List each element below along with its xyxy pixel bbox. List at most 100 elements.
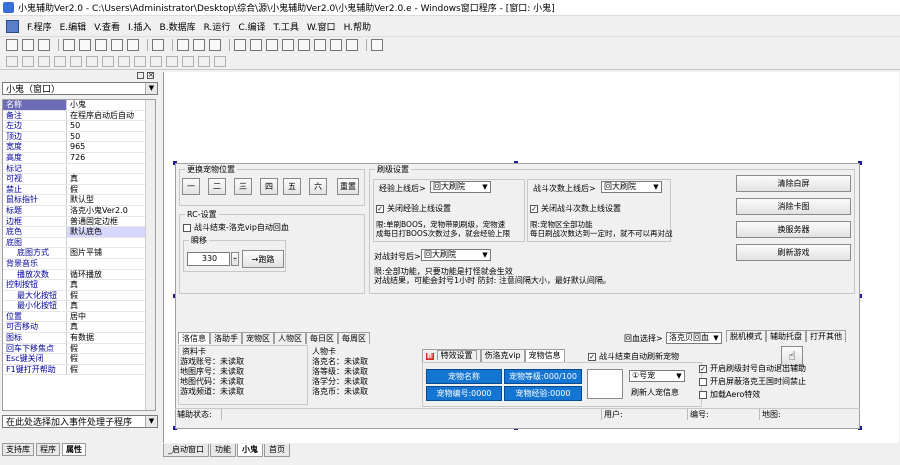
tab-weekly-area[interactable]: 每周区: [338, 332, 370, 344]
property-row[interactable]: 宽度 965: [3, 142, 155, 153]
tab-daily-area[interactable]: 每日区: [306, 332, 338, 344]
align-left-icon[interactable]: [6, 56, 18, 67]
menu-tools[interactable]: T.工具: [270, 20, 303, 33]
pin-icon[interactable]: [137, 72, 144, 79]
property-row[interactable]: 播放次数 循环播放: [3, 269, 155, 281]
menu-program[interactable]: F.程序: [23, 20, 56, 33]
pet-pos-4-button[interactable]: 四: [260, 178, 278, 195]
step-icon[interactable]: [266, 39, 278, 51]
pet-pos-2-button[interactable]: 二: [208, 178, 226, 195]
aero-effect-checkbox[interactable]: 加载Aero特效: [699, 389, 760, 400]
tab-function[interactable]: 功能: [210, 444, 236, 457]
property-value[interactable]: 假: [67, 365, 155, 375]
binoculars-icon[interactable]: [371, 39, 383, 51]
property-row[interactable]: 背景音乐: [3, 258, 155, 270]
property-value[interactable]: [67, 259, 155, 269]
property-row[interactable]: Esc键关闭假: [3, 354, 155, 365]
tab-effects[interactable]: 新 特效设置: [422, 349, 481, 362]
property-row[interactable]: 最大化按钮假: [3, 290, 155, 302]
menu-run[interactable]: R.运行: [200, 20, 235, 33]
tab-luo-helper[interactable]: 洛助手: [210, 332, 242, 344]
tab-person-area[interactable]: 人物区: [274, 332, 306, 344]
align-center-icon[interactable]: [22, 56, 34, 67]
menu-database[interactable]: B.数据库: [156, 20, 200, 33]
chevron-down-icon[interactable]: ▼: [480, 250, 490, 260]
property-value[interactable]: 洛克小鬼Ver2.0: [67, 206, 155, 216]
property-row[interactable]: 标题 洛克小鬼Ver2.0: [3, 205, 155, 217]
property-value[interactable]: 726: [67, 153, 155, 163]
property-scrollbar[interactable]: [145, 100, 155, 410]
property-value[interactable]: [67, 238, 155, 248]
property-row[interactable]: 可视真: [3, 174, 155, 185]
chevron-down-icon[interactable]: ▼: [145, 416, 157, 427]
open-icon[interactable]: [22, 39, 34, 51]
chevron-down-icon[interactable]: ▼: [480, 182, 490, 192]
grid-icon[interactable]: [193, 39, 205, 51]
property-row[interactable]: 位置 居中: [3, 311, 155, 323]
change-server-button[interactable]: 换服务器: [736, 221, 851, 238]
cut-icon[interactable]: [63, 39, 75, 51]
checkbox-box[interactable]: ✓: [699, 364, 707, 373]
save-icon[interactable]: [38, 39, 50, 51]
same-height-icon[interactable]: [118, 56, 130, 67]
seal-select[interactable]: 回大刷院 ▼: [421, 249, 491, 261]
space-h-icon[interactable]: [150, 56, 162, 67]
undo-icon[interactable]: [111, 39, 123, 51]
tab-luo-info[interactable]: 洛信息: [178, 332, 210, 344]
property-value[interactable]: 在程序启动后自动: [67, 111, 155, 121]
panel-icon[interactable]: [209, 39, 221, 51]
pet-slot-select[interactable]: ①号宠 ▼: [629, 370, 685, 382]
clear-white-screen-button[interactable]: 清除白屏: [736, 175, 851, 192]
block-time-limit-checkbox[interactable]: 开启屏蔽洛克王国时间禁止: [699, 376, 806, 387]
property-value[interactable]: 默认型: [67, 195, 155, 205]
order-icon[interactable]: [214, 56, 226, 67]
property-row[interactable]: 回车下移焦点假: [3, 343, 155, 355]
checkbox-box[interactable]: [699, 390, 707, 399]
close-battle-limit-checkbox[interactable]: ✓ 关闭战斗次数上线设置: [530, 203, 621, 214]
property-row[interactable]: 最小化按钮真: [3, 301, 155, 312]
tab-support-lib[interactable]: 支持库: [2, 443, 34, 456]
copy-icon[interactable]: [79, 39, 91, 51]
same-size-icon[interactable]: [134, 56, 146, 67]
step-over-icon[interactable]: [282, 39, 294, 51]
clear-stuck-map-button[interactable]: 消除卡图: [736, 198, 851, 215]
tab-start-window[interactable]: _启动窗口: [163, 444, 209, 457]
checkbox-box[interactable]: ✓: [530, 204, 538, 213]
tab-xiaogui[interactable]: 小鬼: [237, 444, 263, 457]
chevron-down-icon[interactable]: ▼: [711, 333, 721, 343]
pet-pos-3-button[interactable]: 三: [234, 178, 252, 195]
checkbox-box[interactable]: ✓: [376, 204, 384, 213]
property-row[interactable]: 高度 726: [3, 152, 155, 164]
auto-exit-checkbox[interactable]: ✓ 开启刷级封号自动退出辅助: [699, 363, 806, 374]
property-row[interactable]: 底图方式 图片平铺: [3, 248, 155, 259]
pet-pos-5-button[interactable]: 五: [283, 178, 301, 195]
refresh-game-button[interactable]: 刷新游戏: [736, 244, 851, 261]
property-value[interactable]: 真: [67, 174, 155, 184]
tab-pet-area[interactable]: 宠物区: [242, 332, 274, 344]
property-row[interactable]: 名称 小鬼: [3, 100, 155, 111]
chevron-down-icon[interactable]: ▼: [145, 83, 157, 94]
reset-button[interactable]: 重置: [337, 178, 359, 195]
auto-refresh-pet-checkbox[interactable]: ✓ 战斗结束自动刷新宠物: [588, 351, 679, 362]
redo-icon[interactable]: [127, 39, 139, 51]
property-value[interactable]: [67, 164, 155, 174]
property-row[interactable]: 可否移动真: [3, 322, 155, 334]
layout-icon[interactable]: [177, 39, 189, 51]
tab-pet-info[interactable]: 宠物信息: [524, 349, 565, 362]
checkbox-box[interactable]: ✓: [588, 352, 596, 361]
pet-pos-1-button[interactable]: 一: [182, 178, 200, 195]
menu-help[interactable]: H.帮助: [340, 20, 375, 33]
object-selector[interactable]: 小鬼（窗口） ▼: [2, 82, 158, 95]
property-value[interactable]: 循环播放: [67, 270, 155, 280]
step-out-icon[interactable]: [298, 39, 310, 51]
property-row[interactable]: 底图: [3, 237, 155, 249]
property-value[interactable]: 真: [67, 301, 155, 311]
close-exp-limit-checkbox[interactable]: ✓ 关闭经验上线设置: [376, 203, 451, 214]
tab-vip[interactable]: 伤洛克vip: [480, 349, 525, 362]
property-value[interactable]: 50: [67, 132, 155, 142]
property-row[interactable]: 标记: [3, 163, 155, 175]
exp-limit-select[interactable]: 回大刷院 ▼: [430, 181, 491, 193]
battle-limit-select[interactable]: 回大刷院 ▼: [601, 181, 662, 193]
property-row[interactable]: 底色 默认底色: [3, 227, 155, 238]
property-value[interactable]: 假: [67, 354, 155, 364]
